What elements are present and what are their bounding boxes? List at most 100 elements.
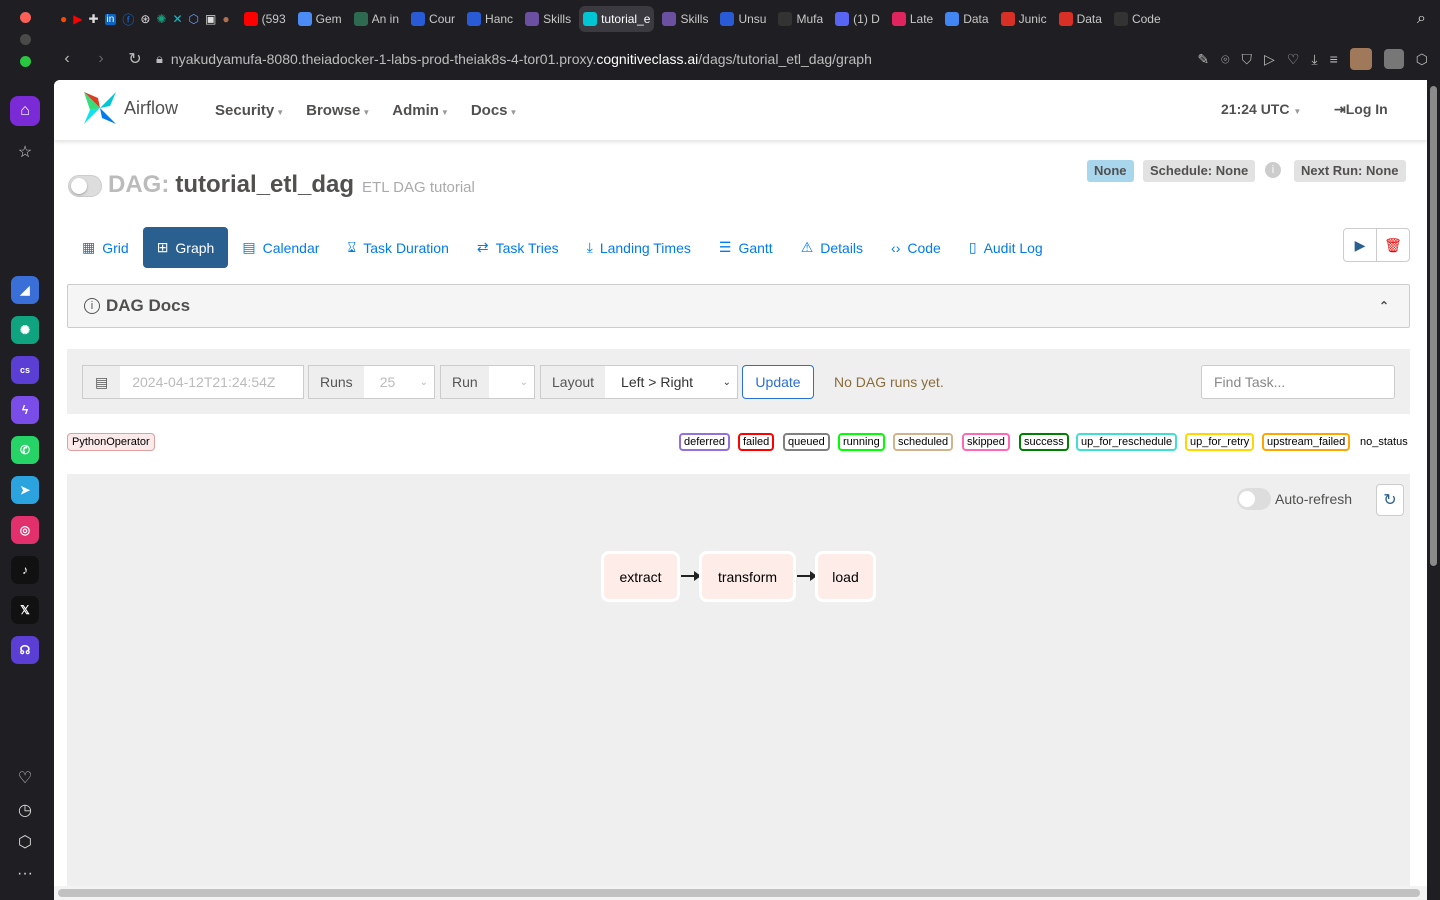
tab-graph[interactable]: ⊞ Graph: [142, 227, 229, 268]
forward-icon[interactable]: ›: [84, 50, 118, 68]
back-icon[interactable]: ‹: [50, 50, 84, 68]
menu-admin[interactable]: Admin ▼: [392, 102, 449, 119]
puzzle-icon[interactable]: ✚: [88, 12, 98, 26]
browser-tab[interactable]: Cour: [407, 6, 459, 32]
hub-tab-icon[interactable]: ▣: [205, 12, 216, 26]
menu-security[interactable]: Security ▼: [215, 102, 284, 119]
dag-docs-panel[interactable]: i DAG Docs ⌃: [67, 284, 1410, 328]
mercedes-icon[interactable]: ⊛: [140, 12, 150, 26]
telegram-icon[interactable]: ➤: [11, 476, 39, 504]
cube-icon[interactable]: ⬡: [1416, 51, 1428, 68]
download-icon[interactable]: ⤓: [1311, 51, 1317, 68]
chatgpt-tab-icon[interactable]: ✺: [156, 12, 166, 26]
vertical-scrollbar[interactable]: [1427, 80, 1440, 900]
browser-tab[interactable]: Hanc: [463, 6, 517, 32]
history-icon[interactable]: ◷: [10, 795, 40, 825]
browser-tab[interactable]: Unsu: [716, 6, 770, 32]
home-icon[interactable]: ⌂: [10, 96, 40, 126]
state-legend-deferred[interactable]: deferred: [679, 433, 730, 451]
more-icon[interactable]: ···: [10, 859, 40, 889]
messenger-icon[interactable]: ϟ: [11, 396, 39, 424]
star-icon[interactable]: ☆: [10, 137, 40, 167]
delete-dag-button[interactable]: 🗑︎: [1376, 228, 1410, 262]
camera-icon[interactable]: ⌾: [1221, 51, 1229, 68]
state-legend-skipped[interactable]: skipped: [962, 433, 1010, 451]
task-node-load[interactable]: load: [817, 553, 874, 600]
heart-icon[interactable]: ♡: [10, 763, 40, 793]
login-link[interactable]: ⇥Log In: [1334, 101, 1388, 118]
scrollbar-thumb[interactable]: [58, 889, 1420, 897]
edit-icon[interactable]: ✎: [1197, 51, 1209, 68]
update-button[interactable]: Update: [742, 365, 814, 399]
browser-tab[interactable]: Skills: [658, 6, 712, 32]
tiktok-icon[interactable]: ♪: [11, 556, 39, 584]
reload-icon[interactable]: ↻: [118, 49, 152, 69]
browser-tab[interactable]: (1) D: [831, 6, 884, 32]
state-legend-queued[interactable]: queued: [783, 433, 830, 451]
browser-tab[interactable]: Mufa: [774, 6, 827, 32]
info-icon[interactable]: i: [1265, 162, 1281, 178]
tab-grid[interactable]: ▦ Grid: [68, 227, 143, 268]
box-icon[interactable]: ⬡: [10, 827, 40, 857]
menu-icon[interactable]: ≡: [1330, 51, 1338, 67]
tab-audit-log[interactable]: ▯ Audit Log: [955, 227, 1057, 268]
app-icon-1[interactable]: ◢: [11, 276, 39, 304]
auto-refresh-switch[interactable]: [1237, 488, 1271, 510]
state-legend-up_for_reschedule[interactable]: up_for_reschedule: [1076, 433, 1178, 451]
maximize-window-button[interactable]: [20, 56, 31, 67]
timezone-dropdown[interactable]: 21:24 UTC ▼: [1221, 101, 1301, 117]
cube-tab-icon[interactable]: ⬡: [189, 12, 199, 26]
state-legend-running[interactable]: running: [838, 433, 885, 451]
browser-tab[interactable]: Code: [1110, 6, 1165, 32]
find-task-input[interactable]: Find Task...: [1201, 365, 1395, 399]
avatar-tab-icon[interactable]: ●: [222, 12, 229, 26]
state-legend-up_for_retry[interactable]: up_for_retry: [1185, 433, 1255, 451]
tab-details[interactable]: ⚠︎ Details: [787, 227, 877, 268]
search-icon[interactable]: ⌕: [1417, 10, 1426, 28]
dag-pause-toggle[interactable]: [68, 175, 102, 197]
cs-app-icon[interactable]: cs: [11, 356, 39, 384]
operator-legend[interactable]: PythonOperator: [67, 433, 155, 451]
browser-tab[interactable]: (593: [240, 6, 290, 32]
reddit-icon[interactable]: ●: [60, 12, 67, 26]
wallet-icon[interactable]: [1383, 49, 1404, 69]
airflow-logo[interactable]: Airflow: [80, 88, 178, 128]
task-node-extract[interactable]: extract: [603, 553, 678, 600]
task-node-transform[interactable]: transform: [701, 553, 794, 600]
chatgpt-icon[interactable]: ✺: [11, 316, 39, 344]
tab-task-duration[interactable]: ⌛︎ Task Duration: [333, 227, 462, 268]
menu-browse[interactable]: Browse ▼: [306, 102, 370, 119]
trigger-dag-button[interactable]: ▶: [1343, 228, 1377, 262]
refresh-button[interactable]: ↻: [1376, 484, 1404, 516]
browser-tab[interactable]: Gem: [294, 6, 346, 32]
tab-calendar[interactable]: ▤ Calendar: [228, 227, 333, 268]
state-legend-upstream_failed[interactable]: upstream_failed: [1262, 433, 1351, 451]
browser-tab[interactable]: Data: [1055, 6, 1106, 32]
browser-tab[interactable]: Late: [888, 6, 937, 32]
menu-docs[interactable]: Docs ▼: [471, 102, 518, 119]
headphones-icon[interactable]: ☊: [11, 636, 39, 664]
browser-tab[interactable]: Junic: [997, 6, 1051, 32]
browser-tab[interactable]: An in: [350, 6, 403, 32]
browser-tab[interactable]: tutorial_e: [579, 6, 655, 32]
tab-task-tries[interactable]: ⇄ Task Tries: [463, 227, 573, 268]
state-legend-failed[interactable]: failed: [738, 433, 775, 451]
chevron-up-icon[interactable]: ⌃: [1379, 299, 1389, 313]
no-status-legend[interactable]: no_status: [1360, 436, 1408, 448]
state-legend-scheduled[interactable]: scheduled: [893, 433, 954, 451]
browser-tab[interactable]: Data: [941, 6, 992, 32]
facebook-icon[interactable]: ⓕ: [122, 11, 134, 28]
whatsapp-icon[interactable]: ✆: [11, 436, 39, 464]
profile-avatar[interactable]: [1349, 48, 1372, 70]
shield-icon[interactable]: ⛉: [1242, 51, 1253, 68]
run-select[interactable]: Run ⌄: [440, 365, 535, 399]
close-window-button[interactable]: [20, 12, 31, 23]
layout-select[interactable]: Layout Left > Right ⌄: [540, 365, 738, 399]
url-field[interactable]: nyakudyamufa-8080.theiadocker-1-labs-pro…: [171, 51, 872, 67]
minimize-window-button[interactable]: [20, 34, 31, 45]
state-legend-success[interactable]: success: [1019, 433, 1069, 451]
instagram-icon[interactable]: ◎: [11, 516, 39, 544]
youtube-icon[interactable]: ▶: [73, 12, 82, 26]
base-date-picker[interactable]: ▤ 2024-04-12T21:24:54Z: [82, 365, 304, 399]
runs-select[interactable]: Runs 25 ⌄: [308, 365, 435, 399]
